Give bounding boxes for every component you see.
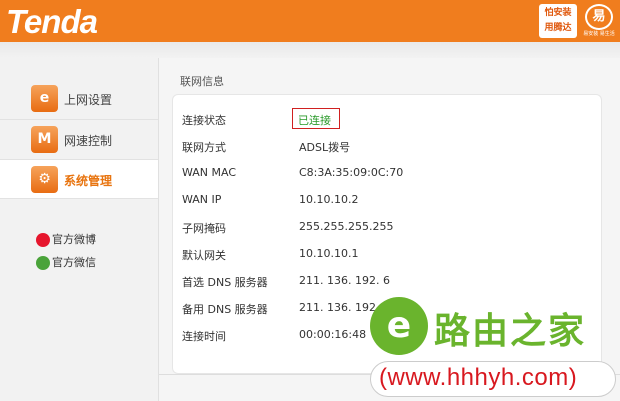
info-row-wan-mac: WAN MAC C8:3A:35:09:0C:70 <box>182 162 592 182</box>
info-row-subnet-mask: 子网掩码 255.255.255.255 <box>182 216 592 236</box>
badge-line1: 怕安装 <box>544 8 572 18</box>
info-row-mode: 联网方式 ADSL拨号 <box>182 135 592 155</box>
gear-icon: ⚙ <box>31 166 58 193</box>
info-row-primary-dns: 首选 DNS 服务器 211. 136. 192. 6 <box>182 270 592 290</box>
row-key: 备用 DNS 服务器 <box>182 303 268 316</box>
row-key: 子网掩码 <box>182 222 226 235</box>
row-key: WAN MAC <box>182 166 237 179</box>
easy-install-badge[interactable]: 怕安装 用腾达 <box>539 4 577 38</box>
row-key: 默认网关 <box>182 249 226 262</box>
sidebar-item-label: 系统管理 <box>64 174 113 188</box>
row-key: 首选 DNS 服务器 <box>182 276 268 289</box>
badge2-subtitle: 易安装 易生活 <box>583 31 615 37</box>
row-value: 211. 136. 192. 6 <box>299 274 390 287</box>
watermark-url: (www.hhhyh.com) <box>379 364 578 391</box>
official-wechat-link[interactable]: 官方微信 <box>36 254 96 270</box>
watermark-url-box: (www.hhhyh.com) <box>370 361 616 397</box>
row-value: ADSL拨号 <box>299 141 351 154</box>
sidebar-item-system-management[interactable]: ⚙ 系统管理 <box>0 159 158 199</box>
info-row-wan-ip: WAN IP 10.10.10.2 <box>182 189 592 209</box>
info-row-status: 连接状态 已连接 <box>182 108 592 129</box>
row-value: 255.255.255.255 <box>299 220 394 233</box>
weibo-label: 官方微博 <box>52 233 96 246</box>
official-weibo-link[interactable]: 官方微博 <box>36 231 96 247</box>
tenda-logo: Tenda <box>6 3 98 40</box>
weibo-icon <box>36 233 50 247</box>
sidebar-item-label: 上网设置 <box>64 93 113 107</box>
row-value: 10.10.10.2 <box>299 193 359 206</box>
panel-title: 联网信息 <box>180 75 224 88</box>
sidebar-item-label: 网速控制 <box>64 134 113 148</box>
row-key: 联网方式 <box>182 141 226 154</box>
speed-wave-icon: M <box>31 126 58 153</box>
watermark-text: 路由之家 <box>434 311 587 352</box>
sidebar-item-internet-settings[interactable]: e 上网设置 <box>0 79 158 119</box>
easy-char-icon: 易 <box>585 4 613 30</box>
row-key: WAN IP <box>182 193 222 206</box>
sidebar-item-speed-control[interactable]: M 网速控制 <box>0 119 158 159</box>
row-value: 00:00:16:48 <box>299 328 367 341</box>
status-highlight-box: 已连接 <box>292 108 340 129</box>
wechat-label: 官方微信 <box>52 256 96 269</box>
connection-status-value: 已连接 <box>298 114 331 127</box>
header-shadow <box>0 42 620 58</box>
row-key: 连接状态 <box>182 114 226 127</box>
wechat-icon <box>36 256 50 270</box>
top-header: Tenda 怕安装 用腾达 易 易安装 易生活 <box>0 0 620 42</box>
easy-life-badge[interactable]: 易 易安装 易生活 <box>582 3 616 39</box>
row-key: 连接时间 <box>182 330 226 343</box>
row-value: 10.10.10.1 <box>299 247 359 260</box>
globe-e-icon: e <box>31 85 58 112</box>
row-value: C8:3A:35:09:0C:70 <box>299 166 404 179</box>
info-row-gateway: 默认网关 10.10.10.1 <box>182 243 592 263</box>
router-home-logo-icon: e <box>370 297 428 355</box>
badge-line2: 用腾达 <box>544 23 572 33</box>
